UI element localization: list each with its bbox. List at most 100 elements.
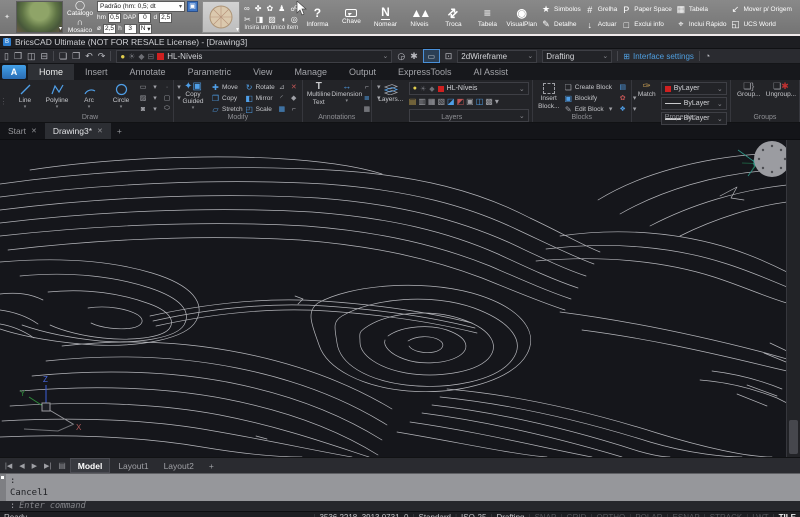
mosaico-button[interactable]: ∩Mosaico (67, 18, 93, 34)
paper-space-button[interactable]: PPaper Space (621, 3, 672, 16)
toggle-polar[interactable]: POLAR (635, 513, 662, 517)
toggle-lwt[interactable]: LWT (752, 513, 768, 517)
new-file-icon[interactable]: ▯ (4, 51, 9, 61)
tab-output[interactable]: Output (338, 64, 387, 80)
mini-tool-icon[interactable]: ▨ (268, 15, 276, 24)
table-tool-icon[interactable]: ▦ (362, 105, 372, 113)
layer-tool-icon[interactable]: ▣ (466, 97, 474, 107)
multiline-text-button[interactable]: T Multiline Text (306, 82, 332, 106)
tab-home[interactable]: Home (28, 64, 74, 80)
new-document-button[interactable]: + (111, 123, 128, 139)
array-icon[interactable]: ▦ (277, 105, 287, 113)
visual-style-dropdown[interactable]: 2dWireframe ⌄ (457, 50, 537, 63)
layer-tool-icon[interactable]: ▦ (428, 97, 436, 107)
dap-field[interactable]: 0 (138, 13, 151, 23)
mini-tool-icon[interactable]: ✤ (255, 4, 262, 13)
tab-manage[interactable]: Manage (283, 64, 338, 80)
close-icon[interactable]: ✕ (31, 127, 37, 135)
undo-icon[interactable]: ↶ (85, 51, 93, 61)
layer-tool-icon[interactable]: ▧ (437, 97, 445, 107)
tab-annotate[interactable]: Annotate (119, 64, 177, 80)
toggle-grid[interactable]: GRID (566, 513, 586, 517)
image-frame-icon[interactable]: ⊡ (445, 51, 453, 61)
purge-icon[interactable]: ✿ (618, 94, 628, 102)
tab-drawing3[interactable]: Drawing3*✕ (45, 123, 111, 139)
mleader-icon[interactable]: ≣ (362, 94, 372, 102)
compass-preview[interactable]: ▾ (202, 1, 240, 33)
rotate-button[interactable]: ↻Rotate (245, 82, 275, 92)
workspace-dropdown[interactable]: Drafting ⌄ (542, 50, 612, 63)
scrollbar-thumb[interactable] (789, 420, 798, 454)
export-icon[interactable]: ❐ (72, 51, 80, 61)
detalhe-button[interactable]: ✎Detalhe (541, 18, 581, 31)
chave-button[interactable]: Chave (336, 1, 366, 34)
leader-icon[interactable]: ⌐ (362, 84, 372, 91)
layer-tool-icon[interactable]: ▩ (485, 97, 493, 107)
interface-settings-button[interactable]: ⊞ Interface settings (623, 52, 694, 61)
rectangle-icon[interactable]: ▭ (138, 83, 148, 91)
next-layout-button[interactable]: ▶ (29, 462, 40, 470)
ribbon-layer-dropdown[interactable]: ● ☀ ◆ HL-Níveis ⌄ (409, 82, 529, 95)
ellipse-icon[interactable]: ⬭ (162, 105, 172, 113)
attach-icon[interactable]: ▤ (618, 83, 628, 91)
last-layout-button[interactable]: ▶| (41, 462, 54, 470)
circle-button[interactable]: Circle▾ (106, 82, 136, 109)
reference-icon[interactable]: ❖ (618, 105, 628, 113)
mini-tool-icon[interactable]: ◖ (281, 15, 286, 24)
current-layer-dropdown[interactable]: ● ☀ ◆ ⊟ HL-Níveis ⌄ (116, 50, 392, 63)
close-icon[interactable]: ✕ (97, 127, 103, 135)
layer-tool-icon[interactable]: ▤ (409, 97, 417, 107)
linetype-dropdown[interactable]: ByLayer ⌄ (661, 97, 727, 110)
import-icon[interactable]: ❏ (59, 51, 67, 61)
mover-origem-button[interactable]: ↙Mover p/ Origem (730, 3, 791, 16)
tab-ai-assist[interactable]: AI Assist (463, 64, 520, 80)
preset-dropdown[interactable]: Padrão (hm: 0,5; dt▾ (97, 1, 185, 12)
n-dropdown[interactable]: N ▾ (139, 24, 153, 34)
settings-gear-icon[interactable]: ✱ (410, 51, 418, 61)
toggle-tile[interactable]: TILE (779, 513, 796, 517)
trim-icon[interactable]: ⊿ (277, 83, 287, 91)
history-clock-icon[interactable]: ◔ (705, 51, 710, 61)
mini-tool-icon[interactable]: ✿ (266, 4, 273, 13)
lookfrom-wheel[interactable] (754, 141, 787, 177)
blockify-button[interactable]: ▣Blockify (564, 93, 616, 103)
hm-field[interactable]: 0,5 (108, 13, 121, 23)
copy-button[interactable]: ❐Copy (211, 93, 243, 103)
command-input[interactable]: : Enter command (0, 501, 800, 511)
toggle-strack[interactable]: STRACK (710, 513, 742, 517)
tab-start[interactable]: Start✕ (0, 123, 45, 139)
command-history[interactable]: : Cancel1 (0, 473, 800, 501)
application-button[interactable]: A (2, 65, 26, 79)
new-layout-button[interactable]: + (202, 459, 221, 472)
offset-icon[interactable]: ⌐ (289, 106, 299, 113)
tab-model[interactable]: Model (70, 458, 111, 473)
troca-button[interactable]: ⇄Troca (438, 1, 468, 34)
line-button[interactable]: Line▾ (10, 82, 40, 109)
toggle-ortho[interactable]: ORTHO (597, 513, 626, 517)
ribbon-grip[interactable]: ⋮ (0, 80, 7, 122)
region-icon[interactable]: ▢ (162, 94, 172, 102)
tab-expresstools[interactable]: ExpressTools (387, 64, 463, 80)
command-panel-grip[interactable] (0, 474, 6, 501)
hatch-icon[interactable]: ▨ (138, 94, 148, 102)
mini-tool-icon[interactable]: ♟ (278, 4, 285, 13)
copy-guided-button[interactable]: ✦▣ Copy Guided▾ (177, 82, 209, 110)
layer-tool-icon[interactable]: ◪ (447, 97, 455, 107)
text-style-field[interactable]: Standard (419, 513, 451, 517)
open-file-icon[interactable]: ❒ (14, 51, 22, 61)
exclui-info-button[interactable]: □Exclui info (621, 18, 672, 31)
color-dropdown[interactable]: ByLayer ⌄ (661, 82, 727, 95)
point-icon[interactable]: · (162, 84, 172, 91)
mini-tool-icon[interactable]: ◨ (256, 15, 264, 24)
tab-parametric[interactable]: Parametric (177, 64, 243, 80)
layer-tool-icon[interactable]: ◫ (476, 97, 484, 107)
prev-layout-button[interactable]: ◀ (16, 462, 27, 470)
h-field[interactable]: 3 (124, 24, 137, 34)
layer-tool-icon[interactable]: ◩ (457, 97, 465, 107)
diameter-field[interactable]: 2,5 (103, 24, 116, 34)
coordinates-readout[interactable]: 3536.2218, 3913.0731, 0 (319, 513, 408, 517)
polyline-button[interactable]: Polyline▾ (42, 82, 72, 109)
tabela2-button[interactable]: ▦Tabela (676, 3, 727, 16)
chamfer-icon[interactable]: ◆ (289, 94, 299, 102)
visualplan-button[interactable]: ◉VisualPlan (506, 1, 537, 34)
